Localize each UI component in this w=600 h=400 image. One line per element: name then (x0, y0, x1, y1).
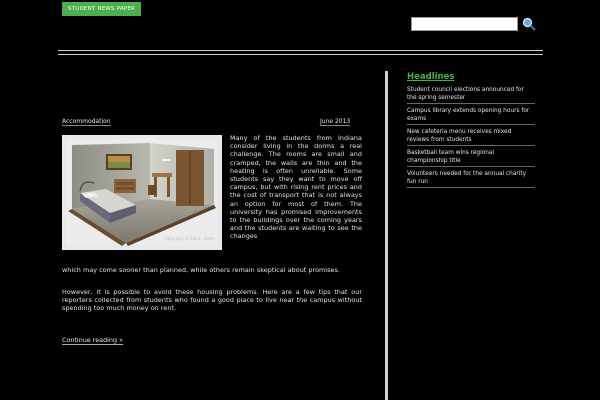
article-category[interactable]: Accommodation (62, 118, 111, 126)
magnifier-icon (522, 17, 536, 31)
sidebar-headlines: Student council elections announced for … (407, 86, 535, 191)
article-paragraph-1: Many of the students from Indiana consid… (230, 134, 362, 241)
image-caption: Copyright © 2013 - Dorm (164, 236, 215, 241)
sidebar-title: Headlines (407, 72, 455, 82)
article-date: June 2013 (320, 118, 351, 126)
article-paragraph-1-continued: which may come sooner than planned, whil… (62, 266, 340, 274)
header-divider-secondary (58, 54, 543, 55)
search-bar (411, 16, 537, 32)
sidebar-headline-item[interactable]: Student council elections announced for … (407, 86, 535, 104)
sidebar-headline-item[interactable]: Basketball team wins regional championsh… (407, 149, 535, 167)
article-image: Copyright © 2013 - Dorm (62, 135, 222, 250)
sidebar-headline-item[interactable]: Campus library extends opening hours for… (407, 107, 535, 125)
header-divider (58, 50, 543, 51)
search-button[interactable] (521, 16, 537, 32)
sidebar-headline-item[interactable]: New cafeteria menu receives mixed review… (407, 128, 535, 146)
read-more-link[interactable]: Continue reading » (62, 336, 123, 345)
site-brand-tab[interactable]: STUDENT NEWS PAPER (62, 2, 142, 16)
column-divider (385, 71, 388, 400)
dorm-room-illustration: Copyright © 2013 - Dorm (66, 139, 218, 246)
sidebar-headline-item[interactable]: Volunteers needed for the annual charity… (407, 170, 535, 188)
article-paragraph-2: However, it is possible to avoid these h… (62, 288, 362, 313)
search-input[interactable] (411, 17, 518, 31)
